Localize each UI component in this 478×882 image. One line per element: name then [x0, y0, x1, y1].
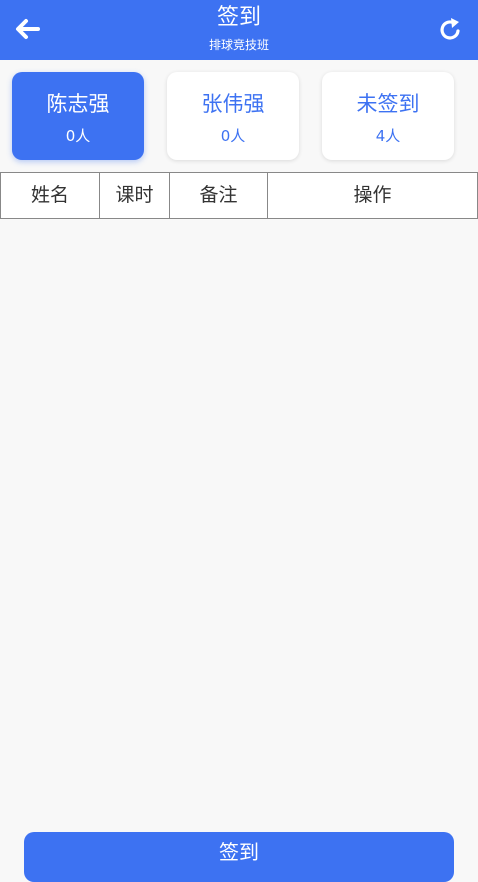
column-header-name: 姓名	[30, 184, 69, 206]
page-subtitle: 排球竞技班	[208, 38, 269, 52]
status-card-zhang-weiqiang[interactable]: 张伟强 0人	[167, 72, 299, 160]
card-name: 陈志强	[46, 92, 110, 116]
card-count: 0人	[65, 127, 91, 145]
sign-in-button[interactable]: 签到	[24, 832, 454, 882]
card-name: 未签到	[356, 92, 420, 116]
status-card-not-signed[interactable]: 未签到 4人	[322, 72, 454, 160]
column-header-remark: 备注	[169, 173, 267, 218]
column-header-actions: 操作	[267, 173, 477, 218]
column-header-hours: 课时	[99, 173, 169, 218]
card-count: 4人	[375, 127, 401, 145]
status-card-chen-zhiqiang[interactable]: 陈志强 0人	[12, 72, 144, 160]
header-bar: 签到 排球竞技班	[0, 0, 478, 60]
refresh-icon	[440, 18, 460, 40]
refresh-button[interactable]	[438, 15, 464, 43]
card-name: 张伟强	[201, 92, 265, 116]
page-title: 签到	[216, 5, 261, 30]
table-header: 姓名 课时 备注 操作	[0, 172, 478, 219]
card-count: 0人	[220, 127, 246, 145]
attendance-list	[0, 219, 478, 819]
